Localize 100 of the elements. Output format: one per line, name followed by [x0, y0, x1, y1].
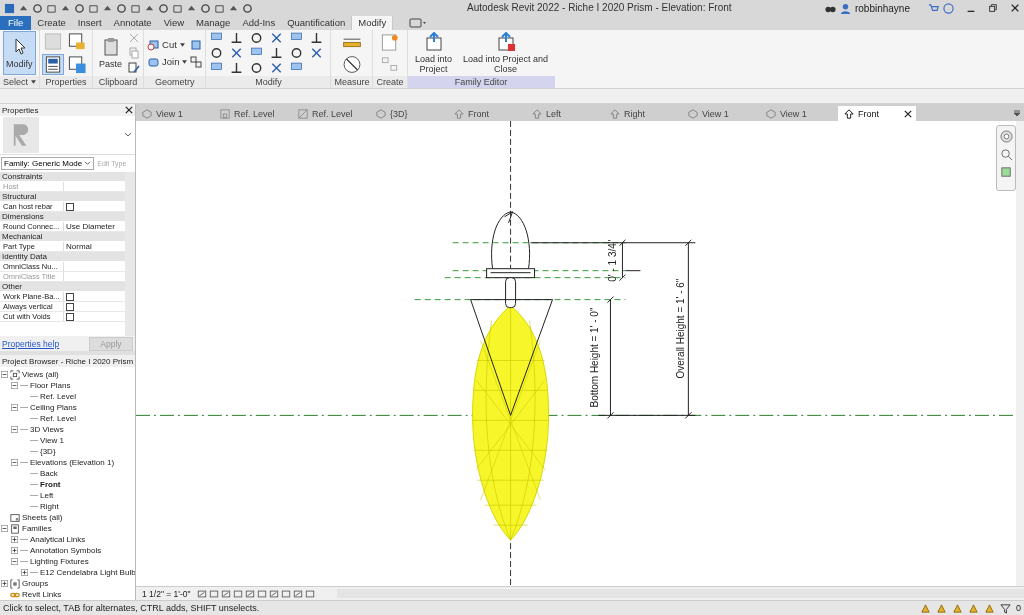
- checkbox[interactable]: [66, 303, 74, 311]
- ribbon-tab[interactable]: View: [157, 16, 191, 30]
- selection-option-icon[interactable]: [984, 602, 995, 614]
- tree-item[interactable]: Left: [40, 491, 54, 500]
- tree-item[interactable]: Revit Links: [22, 590, 62, 599]
- view-control-icon[interactable]: [208, 588, 219, 599]
- close-icon[interactable]: [904, 109, 912, 118]
- view-control-icon[interactable]: [220, 588, 231, 599]
- document-tab[interactable]: Left: [526, 106, 604, 121]
- paste-button[interactable]: Paste: [96, 31, 126, 75]
- caret-icon[interactable]: [31, 80, 36, 84]
- view-control-icon[interactable]: [280, 588, 291, 599]
- file-tab[interactable]: File: [0, 16, 32, 30]
- tree-item[interactable]: Annotation Symbols: [30, 546, 102, 555]
- filter-icon[interactable]: [1000, 602, 1011, 614]
- ribbon-tab[interactable]: Annotate: [107, 16, 158, 30]
- document-tab[interactable]: Ref. Level: [214, 106, 292, 121]
- split-face-icon[interactable]: [190, 55, 203, 68]
- document-tab[interactable]: Front: [448, 106, 526, 121]
- property-value[interactable]: Use Diameter: [64, 222, 125, 231]
- caret-icon[interactable]: [182, 59, 188, 64]
- selection-option-icon[interactable]: [952, 602, 963, 614]
- property-group-header[interactable]: Structural: [0, 192, 125, 202]
- match-properties-icon[interactable]: [128, 62, 141, 74]
- type-properties-icon[interactable]: [67, 55, 87, 74]
- expander-icon[interactable]: [1, 371, 8, 378]
- tree-item[interactable]: Analytical Links: [30, 535, 86, 544]
- tree-item[interactable]: 3D Views: [30, 425, 64, 434]
- document-tab[interactable]: Right: [604, 106, 682, 121]
- tree-item[interactable]: E12 Cendelabra Light Bulb: [40, 568, 135, 577]
- cart-icon[interactable]: [928, 2, 939, 14]
- tree-item[interactable]: Right: [40, 502, 59, 511]
- tree-item[interactable]: Floor Plans: [30, 381, 71, 390]
- tree-item[interactable]: Lighting Fixtures: [30, 557, 89, 566]
- tree-item[interactable]: Ref. Level: [40, 392, 77, 401]
- tree-item[interactable]: Families: [22, 524, 52, 533]
- restore-icon[interactable]: [988, 3, 998, 13]
- ribbon-tab[interactable]: Create: [31, 16, 72, 30]
- property-group-header[interactable]: Identity Data: [0, 252, 125, 262]
- expander-icon[interactable]: [1, 580, 8, 587]
- properties-help-link[interactable]: Properties help: [2, 338, 60, 349]
- family-category-icon[interactable]: [67, 32, 87, 51]
- ribbon-tab[interactable]: Manage: [190, 16, 237, 30]
- properties-icon[interactable]: [43, 55, 63, 74]
- ribbon-tab[interactable]: Add-Ins: [236, 16, 282, 30]
- tree-item[interactable]: Ceiling Plans: [30, 403, 77, 412]
- document-tab[interactable]: Ref. Level: [292, 106, 370, 121]
- document-tab[interactable]: View 1: [760, 106, 838, 121]
- document-tab[interactable]: View 1: [136, 106, 214, 121]
- view-control-icon[interactable]: [232, 588, 243, 599]
- tree-item[interactable]: Views (all): [22, 370, 59, 379]
- view-control-icon[interactable]: [304, 588, 315, 599]
- expander-icon[interactable]: [11, 547, 18, 554]
- load-into-project-button[interactable]: Load into Project: [410, 31, 457, 75]
- cut-button[interactable]: Cut: [147, 38, 177, 51]
- tree-item[interactable]: View 1: [40, 436, 64, 445]
- expander-icon[interactable]: [1, 525, 8, 532]
- wall-join-icon[interactable]: [190, 38, 203, 51]
- view-scale[interactable]: 1 1/2" = 1'-0": [142, 588, 191, 599]
- tree-item[interactable]: Back: [40, 469, 58, 478]
- expander-icon[interactable]: [11, 459, 18, 466]
- expander-icon[interactable]: [11, 536, 18, 543]
- dimension-label[interactable]: Bottom Height = 1' - 0": [589, 307, 601, 408]
- caret-icon[interactable]: [179, 42, 185, 47]
- modify-button[interactable]: Modify: [3, 31, 36, 75]
- view-control-icon[interactable]: [268, 588, 279, 599]
- close-icon[interactable]: [1010, 3, 1020, 13]
- type-selector[interactable]: Family: Generic Mode: [1, 157, 95, 170]
- expander-icon[interactable]: [11, 382, 18, 389]
- property-group-header[interactable]: Constraints: [0, 172, 125, 182]
- tree-item[interactable]: Groups: [22, 579, 49, 588]
- tree-item[interactable]: Sheets (all): [22, 513, 63, 522]
- load-and-close-button[interactable]: Load into Project and Close: [459, 31, 552, 75]
- document-tab[interactable]: {3D}: [370, 106, 448, 121]
- tree-item[interactable]: Elevations (Elevation 1): [30, 458, 115, 467]
- help-icon[interactable]: [943, 2, 954, 14]
- tab-menu-icon[interactable]: [1013, 109, 1021, 117]
- vertical-scrollbar[interactable]: [1016, 121, 1024, 586]
- property-value[interactable]: Normal: [64, 242, 125, 251]
- user-name[interactable]: robbinhayne: [854, 2, 910, 14]
- tree-item[interactable]: Ref. Level: [40, 414, 77, 423]
- view-control-icon[interactable]: [196, 588, 207, 599]
- expander-icon[interactable]: [11, 426, 18, 433]
- dimension-label[interactable]: Overall Height = 1' - 6": [675, 278, 687, 379]
- checkbox[interactable]: [66, 313, 74, 321]
- app-logo-icon[interactable]: [4, 2, 15, 14]
- tree-item[interactable]: {3D}: [40, 447, 56, 456]
- close-icon[interactable]: [125, 106, 133, 114]
- ribbon-tab[interactable]: Quantification: [281, 16, 352, 30]
- selection-option-icon[interactable]: [968, 602, 979, 614]
- view-control-icon[interactable]: [292, 588, 303, 599]
- document-tab[interactable]: View 1: [682, 106, 760, 121]
- selection-option-icon[interactable]: [936, 602, 947, 614]
- tree-item[interactable]: Front: [40, 480, 61, 489]
- contextual-tab-icon[interactable]: [409, 18, 428, 28]
- property-group-header[interactable]: Other: [0, 282, 125, 292]
- expander-icon[interactable]: [11, 404, 18, 411]
- checkbox[interactable]: [66, 203, 74, 211]
- view-control-icon[interactable]: [256, 588, 267, 599]
- selection-option-icon[interactable]: [920, 602, 931, 614]
